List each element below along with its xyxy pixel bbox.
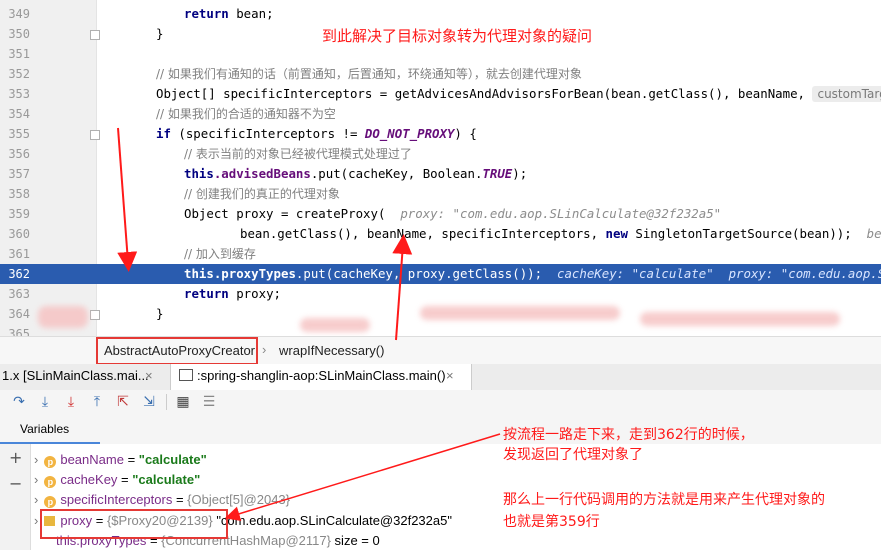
arrow-to-proxy-var (224, 433, 501, 521)
arrow-to-line-362 (117, 127, 138, 272)
annotation-arrows (117, 127, 501, 521)
arrow-to-line-359 (392, 234, 413, 341)
